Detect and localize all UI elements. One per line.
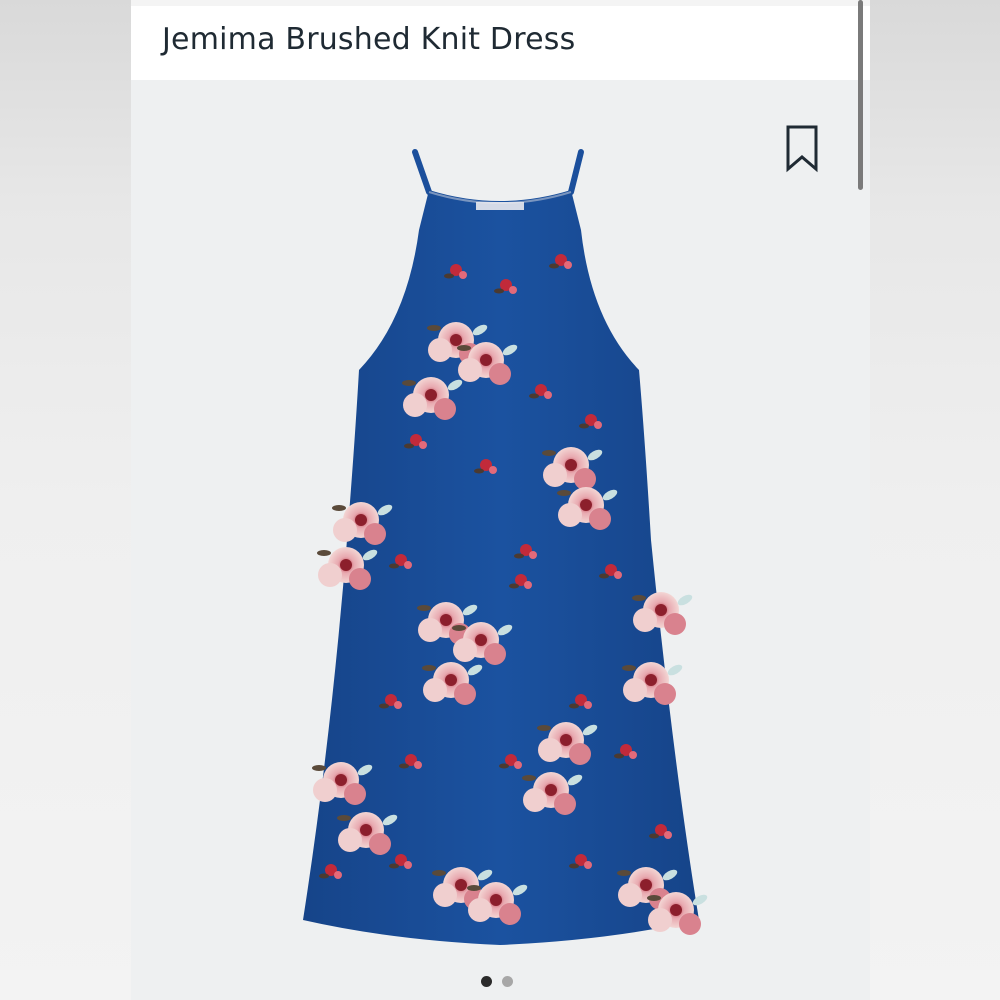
dress-illustration — [303, 149, 709, 945]
scrollbar[interactable] — [858, 0, 863, 190]
product-image — [281, 140, 721, 960]
blurred-background-left — [0, 0, 131, 1000]
product-panel: Jemima Brushed Knit Dress — [131, 0, 870, 1000]
bookmark-button[interactable] — [785, 125, 819, 173]
product-title: Jemima Brushed Knit Dress — [162, 22, 576, 57]
carousel-indicator — [481, 976, 513, 988]
blurred-background-right — [870, 0, 1000, 1000]
product-header: Jemima Brushed Knit Dress — [131, 0, 870, 80]
carousel-dot-2[interactable] — [502, 976, 513, 987]
bookmark-icon — [786, 125, 818, 173]
carousel-dot-1[interactable] — [481, 976, 492, 987]
